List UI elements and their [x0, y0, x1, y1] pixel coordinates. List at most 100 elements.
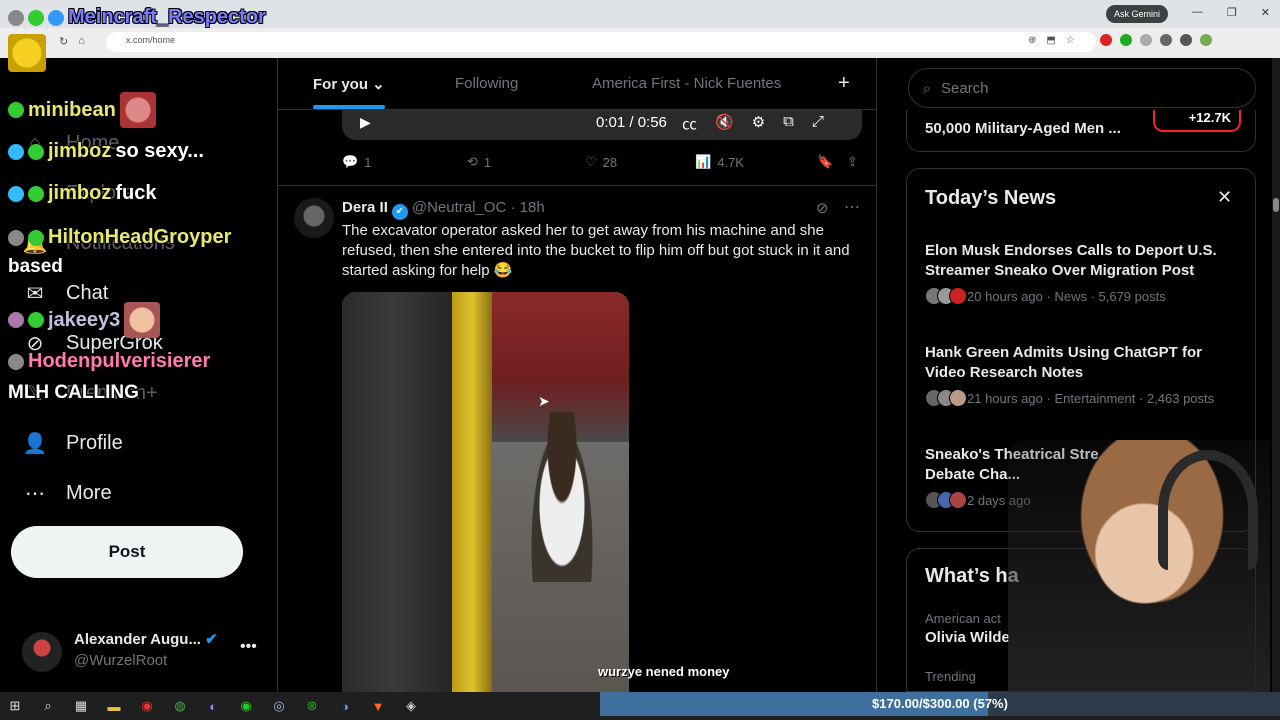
- sidebar-item-premium[interactable]: 𝕏 Premium+: [22, 380, 158, 406]
- tweet-age[interactable]: 18h: [520, 199, 545, 216]
- tab-for-you[interactable]: For you ⌄: [313, 75, 385, 93]
- news-meta-text: 20 hours ago · News · 5,679 posts: [967, 288, 1166, 304]
- video-control-icons: ㏄ 🔇 ⚙ ⧉ ⤢: [682, 113, 824, 134]
- extensions-puzzle-icon[interactable]: [1160, 34, 1172, 46]
- tweet-separator: ·: [506, 199, 520, 216]
- avatar[interactable]: [294, 198, 334, 238]
- search-icon[interactable]: ⌕: [39, 697, 57, 715]
- pip-icon[interactable]: ⧉: [783, 113, 794, 134]
- settings-icon[interactable]: ⚙: [752, 113, 765, 134]
- whats-topic[interactable]: Olivia Wilde: [925, 629, 1010, 646]
- search-icon: ⌕: [923, 80, 931, 96]
- video-controls: ▶ 0:01 / 0:56 ㏄ 🔇 ⚙ ⧉ ⤢: [342, 108, 862, 140]
- sidebar-item-explore[interactable]: ⌕ Explore: [22, 180, 133, 206]
- tweet-video[interactable]: [342, 292, 629, 692]
- task-view-icon[interactable]: ▦: [72, 697, 90, 715]
- ask-gemini-button[interactable]: Ask Gemini: [1106, 5, 1169, 23]
- account-switcher[interactable]: Alexander Augu... ✔ @WurzelRoot •••: [22, 630, 262, 674]
- video-caption: wurzye nened money: [598, 664, 730, 679]
- spotify-icon[interactable]: ◉: [237, 697, 255, 715]
- trend-title: 50,000 Military-Aged Men ...: [925, 120, 1121, 137]
- address-bar[interactable]: x.com/home: [106, 32, 1096, 52]
- repost-button[interactable]: ⟲ 1: [467, 154, 585, 170]
- sidebar-item-supergrok[interactable]: ⊘ SuperGrok: [22, 330, 163, 356]
- scrollbar-thumb[interactable]: [1273, 198, 1279, 212]
- more-icon[interactable]: ⋯: [844, 197, 860, 217]
- post-button-label: Post: [108, 542, 146, 561]
- mute-icon[interactable]: 🔇: [715, 113, 734, 134]
- extension-icon[interactable]: [1120, 34, 1132, 46]
- reply-button[interactable]: 💬 1: [342, 154, 467, 170]
- extension-icon[interactable]: [1140, 34, 1152, 46]
- sidebar-item-chat[interactable]: ✉ Chat: [22, 280, 109, 306]
- play-icon[interactable]: ▶: [360, 114, 371, 131]
- views-count: 4.7K: [717, 154, 744, 170]
- restore-icon[interactable]: ❐: [1227, 6, 1237, 19]
- captions-icon[interactable]: ㏄: [682, 113, 697, 134]
- xbox-icon[interactable]: ⊗: [303, 697, 321, 715]
- chevron-down-icon: ⌄: [372, 76, 385, 93]
- donation-goal-text: $170.00/$300.00 (57%): [872, 696, 1008, 711]
- home-browser-icon[interactable]: ⌂: [78, 35, 85, 48]
- news-item[interactable]: Elon Musk Endorses Calls to Deport U.S. …: [925, 241, 1245, 305]
- search-input[interactable]: ⌕ Search: [908, 68, 1256, 108]
- app-icon[interactable]: ◉: [138, 697, 156, 715]
- extension-icon[interactable]: [1100, 34, 1112, 46]
- menu-icon[interactable]: [1180, 34, 1192, 46]
- views-button[interactable]: 📊 4.7K: [695, 154, 817, 170]
- sidebar-item-label: Chat: [66, 281, 109, 304]
- app-icon[interactable]: ◈: [402, 697, 420, 715]
- add-tab-icon[interactable]: +: [838, 72, 850, 95]
- trend-card[interactable]: 50,000 Military-Aged Men ... +12.7K: [906, 110, 1256, 152]
- x-icon: 𝕏: [26, 382, 44, 405]
- fullscreen-icon[interactable]: ⤢: [812, 113, 824, 134]
- post-button[interactable]: Post: [11, 526, 243, 578]
- donation-goal-bar: $170.00/$300.00 (57%): [600, 692, 1280, 716]
- like-button[interactable]: ♡ 28: [585, 154, 695, 170]
- bookmark-star-icon[interactable]: ☆: [1066, 35, 1075, 46]
- minimize-icon[interactable]: —: [1192, 6, 1203, 19]
- tab-following[interactable]: Following: [455, 75, 518, 92]
- sidebar-item-more[interactable]: ⋯ More: [22, 480, 112, 506]
- more-icon: ⋯: [25, 482, 45, 505]
- extension-icons: [1100, 34, 1212, 46]
- timeline-tabs: For you ⌄ Following America First - Nick…: [278, 58, 876, 110]
- sidebar-item-profile[interactable]: 👤 Profile: [22, 430, 123, 456]
- tab-list[interactable]: America First - Nick Fuentes: [592, 75, 781, 92]
- brave-icon[interactable]: ▼: [369, 697, 387, 715]
- app-icon[interactable]: ◑: [336, 697, 354, 715]
- back-icon[interactable]: ←: [38, 35, 49, 48]
- app-icon[interactable]: ◐: [204, 697, 222, 715]
- more-icon[interactable]: •••: [240, 638, 257, 656]
- trend-badge: +12.7K: [1153, 110, 1241, 132]
- zoom-icon[interactable]: ⊕: [1028, 35, 1036, 46]
- scrollbar[interactable]: [1272, 58, 1280, 692]
- bookmark-icon[interactable]: 🔖: [817, 154, 847, 170]
- heart-icon: ♡: [585, 154, 597, 169]
- profile-avatar[interactable]: [1200, 34, 1212, 46]
- grok-icon[interactable]: ⊘: [816, 199, 829, 217]
- close-window-icon[interactable]: ✕: [1261, 6, 1270, 19]
- avatar-stack: [925, 491, 967, 509]
- tweet-author-name[interactable]: Dera II: [342, 199, 388, 216]
- timeline: ▶ 0:01 / 0:56 ㏄ 🔇 ⚙ ⧉ ⤢ For you ⌄ Follow…: [278, 58, 877, 692]
- chrome-icon[interactable]: ◍: [171, 697, 189, 715]
- sidebar-item-label: Home: [66, 131, 120, 154]
- windows-start-icon[interactable]: ⊞: [6, 697, 24, 715]
- sidebar-item-label: SuperGrok: [66, 331, 163, 354]
- tab-active-indicator: [313, 105, 385, 109]
- sidebar-item-notifications[interactable]: 🔔 Notifications: [22, 230, 175, 256]
- file-explorer-icon[interactable]: ▬: [105, 697, 123, 715]
- news-meta-text: 21 hours ago · Entertainment · 2,463 pos…: [967, 390, 1215, 406]
- account-handle: @WurzelRoot: [74, 652, 168, 669]
- news-item[interactable]: Hank Green Admits Using ChatGPT for Vide…: [925, 343, 1245, 407]
- sidebar-item-home[interactable]: ⌂ Home: [22, 130, 119, 156]
- reply-icon: 💬: [342, 154, 359, 169]
- whats-sub: American act: [925, 611, 1001, 626]
- close-icon[interactable]: ✕: [1217, 187, 1232, 208]
- tweet-author-handle[interactable]: @Neutral_OC: [412, 199, 506, 216]
- reload-icon[interactable]: ↻: [59, 35, 68, 48]
- steam-icon[interactable]: ◎: [270, 697, 288, 715]
- share-icon[interactable]: ⇪: [847, 154, 858, 170]
- install-icon[interactable]: ⬒: [1046, 35, 1055, 46]
